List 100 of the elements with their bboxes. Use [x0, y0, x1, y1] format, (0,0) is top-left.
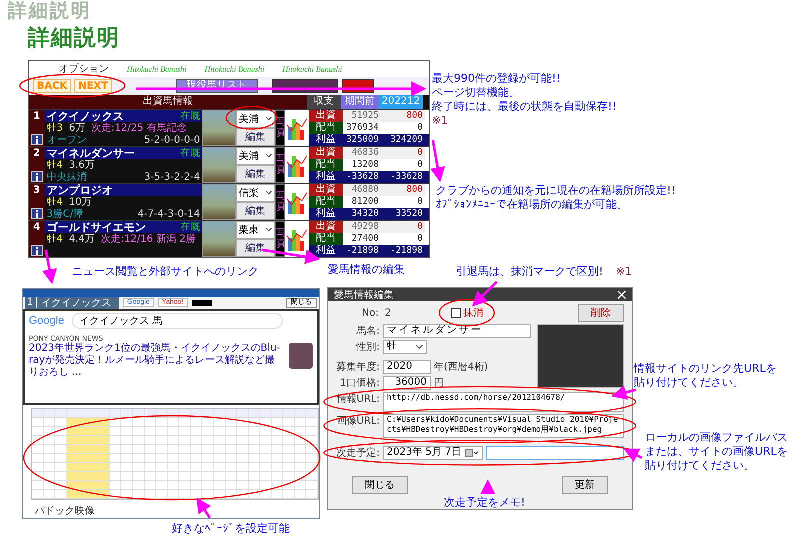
dialog-title: 愛馬情報編集	[334, 288, 394, 302]
finance-value: -21898	[380, 245, 425, 257]
horse-name: イクイノックス	[46, 108, 124, 122]
unit-label: 円	[434, 377, 444, 390]
finance-label: 利益	[308, 245, 343, 257]
note-text: ローカルの画像ファイルパスまたは、サイトの画像URLを貼り付けてください。	[645, 431, 789, 473]
logo-text: Hitokuchi Banushi	[127, 64, 187, 74]
note-text: ページ切替機能。	[432, 86, 521, 100]
status-label: 在厩	[180, 147, 200, 160]
finance-label: 出資	[308, 221, 343, 233]
note-text: 最大990件の登録が可能!!	[432, 72, 562, 86]
info-button[interactable]	[30, 134, 43, 145]
field-label: 馬名:	[356, 325, 380, 338]
next-race: 次走:12/25 有馬記念	[92, 122, 187, 135]
date-picker[interactable]: 2023年 5月 7日	[383, 446, 483, 460]
footnote-mark: ※1	[616, 265, 632, 279]
menu-item[interactable]: オプション	[59, 62, 109, 76]
finance-label: 配当	[308, 122, 343, 134]
finance-label: 利益	[308, 134, 343, 146]
finance-value: 51925	[342, 110, 381, 122]
finance-value: 800	[380, 184, 425, 196]
location-dropdown[interactable]: 美浦	[236, 147, 276, 165]
search-field[interactable]: イクイノックス 馬	[72, 312, 283, 329]
finance-value: -33628	[380, 171, 425, 183]
finance-label: 出資	[308, 147, 343, 159]
delete-button[interactable]: 削除	[578, 304, 624, 322]
photo-placeholder	[289, 342, 313, 369]
news-headline[interactable]: 2023年世界ランク1位の最強馬・イクイノックスのBlu-rayが発売決定！ルメール騎手によるレース解説など撮りおろし ...	[29, 342, 283, 379]
caret-icon	[266, 154, 272, 158]
pointer-arrow	[42, 250, 58, 284]
location-dropdown[interactable]: 美浦	[236, 110, 276, 128]
finance-label: 配当	[308, 233, 343, 245]
edit-button[interactable]: 編集	[236, 239, 276, 257]
memo-field[interactable]	[486, 446, 624, 460]
horse-name: アンプロジオ	[46, 182, 113, 196]
row-number: 2	[33, 148, 40, 159]
column-header: 収支	[307, 95, 341, 109]
note-text: ｵﾌﾟｼｮﾝﾒﾆｭｰで在籍場所の編集が可能。	[436, 198, 629, 212]
note-text: 情報サイトのリンク先URLを貼り付けてください。	[634, 362, 778, 390]
calendar-icon	[465, 449, 479, 457]
photo-placeholder	[202, 221, 236, 257]
finance-value: 46836	[342, 147, 381, 159]
panel-title: 出資馬情報	[29, 95, 307, 109]
logo-text: Hitokuchi Banushi	[282, 64, 342, 74]
finance-value: 376934	[342, 122, 381, 134]
finance-value: 34320	[342, 208, 381, 220]
note-text: クラブからの通知を元に現在の在籍場所所設定!!	[436, 184, 676, 198]
finance-label: 出資	[308, 110, 343, 122]
finance-value: 33520	[380, 208, 425, 220]
title-shadow: 詳細説明	[8, 0, 92, 22]
info-icon	[34, 136, 40, 144]
sex-age: 牡4	[46, 159, 64, 172]
finance-value: 49298	[342, 221, 381, 233]
edit-button[interactable]: 編集	[236, 165, 276, 183]
search-logo: Google	[29, 314, 64, 327]
info-button[interactable]	[30, 171, 43, 182]
page-title: 詳細説明	[28, 25, 120, 53]
location-dropdown[interactable]: 信楽	[236, 184, 276, 202]
edit-button[interactable]: 編集	[236, 202, 276, 220]
sex-dropdown[interactable]: 牡	[383, 340, 427, 354]
edit-button[interactable]: 編集	[236, 128, 276, 146]
close-button[interactable]: 閉じる	[352, 476, 408, 494]
finance-value: -33628	[342, 171, 381, 183]
location-dropdown[interactable]: 栗東	[236, 221, 276, 239]
close-icon[interactable]	[618, 290, 626, 298]
finance-label: 利益	[308, 208, 343, 220]
finance-value: 27400	[342, 233, 381, 245]
pointer-arrow	[624, 448, 643, 462]
update-button[interactable]: 更新	[562, 476, 608, 494]
info-button[interactable]	[30, 245, 43, 256]
caret-icon	[266, 191, 272, 195]
photo-placeholder	[202, 110, 236, 146]
finance-label: 出資	[308, 184, 343, 196]
finance-value: 0	[380, 196, 425, 208]
field-label: 1口価格:	[339, 376, 380, 390]
pointer-arrow	[430, 140, 446, 182]
note-text: 次走予定をメモ!	[444, 496, 526, 510]
sex-age: 牡4	[46, 232, 64, 246]
race-class: 中央抹消	[46, 170, 87, 184]
info-icon	[34, 172, 40, 180]
info-button[interactable]	[30, 208, 43, 219]
year-field[interactable]: 2020	[383, 360, 431, 374]
pointer-arrow	[480, 480, 496, 494]
record-number: 2	[384, 308, 392, 318]
column-header: 期間前	[341, 95, 379, 109]
price-field[interactable]: 36000	[383, 376, 431, 390]
image-url-field[interactable]: C:¥Users¥kido¥Documents¥Visual Studio 2010¥Projects¥HBDestroy¥HBDestroy¥org¥demo用¥black.jpeg	[383, 414, 624, 438]
footnote-mark: ※1	[432, 114, 450, 128]
info-url-field[interactable]: http://db.nessd.com/horse/2012104678/	[383, 392, 624, 412]
finance-value: 46880	[342, 184, 381, 196]
finance-value: 325009	[342, 134, 381, 146]
section-heading: パドック映像	[35, 504, 95, 518]
finance-value: 0	[380, 147, 425, 159]
horse-name: マイネルダンサー	[46, 146, 135, 160]
caret-icon	[266, 117, 272, 121]
share-price: 4.4万	[69, 233, 96, 246]
caret-icon	[416, 345, 423, 349]
note-text: ニュース閲覧と外部サイトへのリンク	[72, 265, 259, 279]
retired-checkbox[interactable]	[451, 308, 462, 318]
toolbar-button[interactable]	[192, 300, 212, 306]
